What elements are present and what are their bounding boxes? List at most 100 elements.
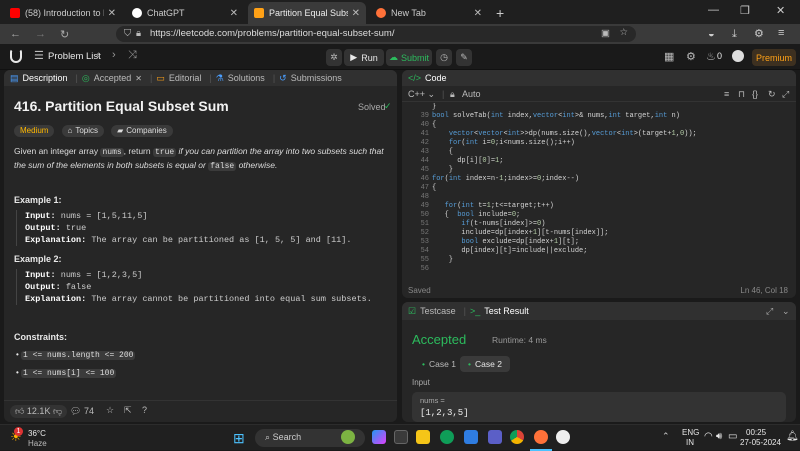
code-line[interactable]: 44 dp[i][0]=1; <box>402 157 796 165</box>
code-line[interactable]: 50 { bool include=0; <box>402 211 796 219</box>
menu-icon[interactable]: ≡ <box>778 27 784 39</box>
close-icon[interactable]: ✕ <box>135 74 142 83</box>
back-icon[interactable]: ← <box>10 28 21 40</box>
new-tab-button[interactable]: + <box>496 5 504 21</box>
settings-icon[interactable]: ⚙ <box>686 50 696 63</box>
edge-icon[interactable] <box>440 430 454 444</box>
wifi-icon[interactable]: ◠ <box>704 431 713 442</box>
code-line[interactable]: 43 { <box>402 148 796 156</box>
case-2-tab[interactable]: • Case 2 <box>460 356 510 372</box>
tab-editorial[interactable]: Editorial <box>169 73 202 83</box>
browser-tab-newtab[interactable]: New Tab ✕ <box>370 2 488 24</box>
firefox-icon[interactable] <box>534 430 548 444</box>
code-line[interactable]: 39 bool solveTab(int index,vector<int>& n… <box>402 112 796 120</box>
close-icon[interactable]: ✕ <box>230 8 238 19</box>
comment-icon[interactable]: 💬︎ <box>70 406 81 417</box>
close-icon[interactable]: ✕ <box>474 8 482 19</box>
pocket-icon[interactable]: ◒ <box>708 28 715 40</box>
tab-submissions[interactable]: Submissions <box>291 73 342 83</box>
share-icon[interactable]: ⇱ <box>124 405 132 416</box>
code-editor[interactable]: } 39 bool solveTab(int index,vector<int>& … <box>402 103 796 275</box>
notes-icon[interactable]: ✎ <box>456 49 472 66</box>
close-window-button[interactable]: ✕ <box>776 4 785 17</box>
topics-button[interactable]: ⌂ Topics <box>61 124 105 137</box>
code-line[interactable]: 40{ <box>402 121 796 129</box>
close-icon[interactable]: ✕ <box>352 8 360 19</box>
shuffle-icon[interactable]: ⤨ <box>128 49 137 62</box>
file-explorer-icon[interactable] <box>416 430 430 444</box>
code-line[interactable]: 56 <box>402 265 796 273</box>
layout-icon[interactable]: ▦ <box>664 50 674 63</box>
companies-button[interactable]: ▰ Companies <box>111 124 173 137</box>
debug-icon[interactable]: ✲ <box>326 49 342 66</box>
maximize-button[interactable]: ❐ <box>740 4 750 17</box>
reload-icon[interactable]: ↻ <box>60 28 69 41</box>
downloads-icon[interactable]: ⤓ <box>732 28 737 41</box>
code-line[interactable]: 53 bool exclude=dp[index+1][t]; <box>402 238 796 246</box>
reader-icon[interactable]: ▣ <box>601 28 610 39</box>
premium-button[interactable]: Premium <box>752 49 796 66</box>
bookmark-star-icon[interactable]: ☆ <box>619 27 628 38</box>
avatar[interactable] <box>732 50 744 62</box>
star-icon[interactable]: ☆ <box>106 405 114 416</box>
thumbs-down-icon[interactable]: 👎︎ <box>53 406 62 416</box>
mode-label[interactable]: Auto <box>462 89 481 99</box>
code-line[interactable]: 54 dp[index][t]=include||exclude; <box>402 247 796 255</box>
braces-icon[interactable]: {} <box>752 89 758 99</box>
clock-date[interactable]: 27-05-2024 <box>740 438 781 447</box>
volume-icon[interactable]: 🔊︎ <box>716 431 722 442</box>
language-select[interactable]: C++ ⌄ <box>408 89 435 100</box>
minimize-button[interactable]: — <box>708 4 719 16</box>
browser-tab-youtube[interactable]: (58) Introduction to Deep Lea ✕ <box>4 2 122 24</box>
reset-icon[interactable]: ↻ <box>768 89 776 100</box>
problem-list-link[interactable]: Problem List <box>48 51 101 62</box>
forward-icon[interactable]: → <box>35 28 46 40</box>
fullscreen-icon[interactable]: ⤢ <box>782 89 789 100</box>
code-line[interactable]: 52 include=dp[index+1][t-nums[index]]; <box>402 229 796 237</box>
task-view-icon[interactable] <box>394 430 408 444</box>
code-line[interactable]: } <box>402 103 796 111</box>
browser-tab-chatgpt[interactable]: ChatGPT ✕ <box>126 2 244 24</box>
chevron-up-icon[interactable]: ⌃ <box>662 431 670 442</box>
code-line[interactable]: 48 <box>402 193 796 201</box>
media-player-icon[interactable] <box>556 430 570 444</box>
format-icon[interactable]: ≡ <box>724 89 729 99</box>
like-button[interactable]: 👍︎ 12.1K 👎︎ <box>10 405 68 418</box>
code-line[interactable]: 41 vector<vector<int>>dp(nums.size(),vec… <box>402 130 796 138</box>
code-line[interactable]: 47{ <box>402 184 796 192</box>
run-button[interactable]: ▶ Run <box>344 49 384 66</box>
code-line[interactable]: 45 } <box>402 166 796 174</box>
code-line[interactable]: 49 for(int t=1;t<=target;t++) <box>402 202 796 210</box>
collapse-icon[interactable]: ⌄ <box>782 306 790 317</box>
chrome-icon[interactable] <box>510 430 524 444</box>
tab-description[interactable]: Description <box>23 73 68 83</box>
notification-bell-icon[interactable]: 🔔︎ <box>786 431 799 442</box>
windows-start-icon[interactable]: ⊞ <box>233 430 245 447</box>
language-code[interactable]: ENG <box>682 428 699 437</box>
code-line[interactable]: 42 for(int i=0;i<nums.size();i++) <box>402 139 796 147</box>
battery-icon[interactable]: ▭ <box>728 431 737 442</box>
case-1-tab[interactable]: • Case 1 <box>414 356 464 372</box>
tab-solutions[interactable]: Solutions <box>228 73 265 83</box>
bookmark-icon[interactable]: ⊓ <box>738 89 745 100</box>
url-field[interactable]: ⛉ 🔒︎ https://leetcode.com/problems/parti… <box>116 26 636 42</box>
prev-icon[interactable]: ‹ <box>96 49 100 61</box>
leetcode-logo-icon[interactable] <box>10 49 22 63</box>
code-line[interactable]: 55 } <box>402 256 796 264</box>
copilot-icon[interactable] <box>372 430 386 444</box>
browser-tab-leetcode[interactable]: Partition Equal Subset Sum - Le ✕ <box>248 2 366 24</box>
code-line[interactable]: 51 if(t-nums[index]>=0) <box>402 220 796 228</box>
expand-icon[interactable]: ⤢ <box>766 306 773 317</box>
submit-button[interactable]: ☁ Submit <box>386 49 432 66</box>
timer-icon[interactable]: ◷ <box>436 49 452 66</box>
extensions-icon[interactable]: ⚙ <box>754 27 764 40</box>
help-icon[interactable]: ? <box>142 405 147 415</box>
next-icon[interactable]: › <box>112 49 116 61</box>
tab-testcase[interactable]: Testcase <box>420 306 456 316</box>
close-icon[interactable]: ✕ <box>108 8 116 19</box>
code-line[interactable]: 46 for(int index=n-1;index>=0;index--) <box>402 175 796 183</box>
clock-time[interactable]: 00:25 <box>746 428 766 437</box>
app-icon[interactable] <box>488 430 502 444</box>
tab-test-result[interactable]: Test Result <box>484 306 529 316</box>
store-icon[interactable] <box>464 430 478 444</box>
